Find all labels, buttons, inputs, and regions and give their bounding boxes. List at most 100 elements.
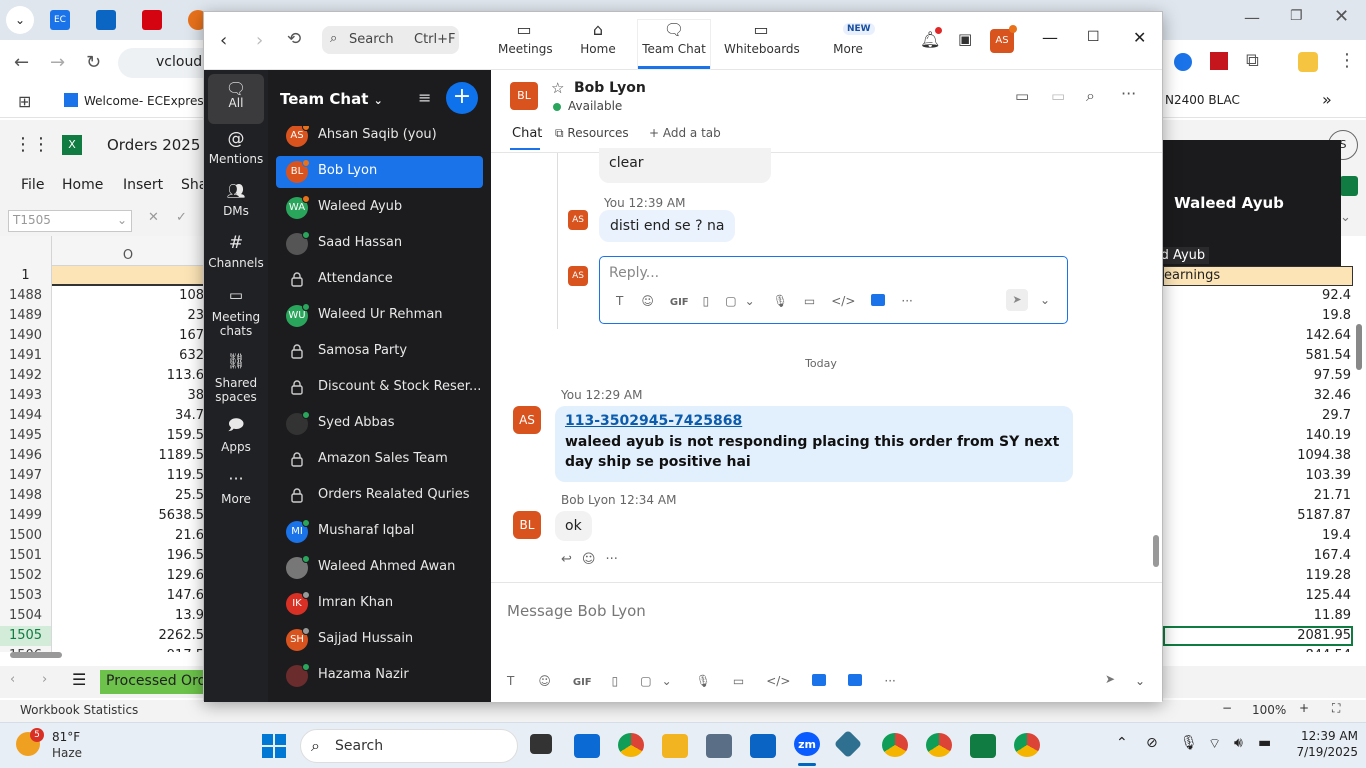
- cell-earnings[interactable]: 125.44: [1163, 586, 1353, 606]
- send-icon[interactable]: ➤: [1105, 672, 1115, 686]
- more-actions-icon[interactable]: ···: [605, 552, 617, 567]
- cell-o[interactable]: 25.5: [52, 486, 204, 506]
- thread-message-clear[interactable]: clear: [599, 148, 771, 183]
- pdf-extension-icon[interactable]: [1210, 52, 1228, 70]
- nav-home[interactable]: ⌂ Home: [576, 20, 620, 56]
- tab-search-button[interactable]: ⌄: [6, 6, 34, 34]
- contact-item[interactable]: Attendance: [276, 264, 483, 296]
- emoji-icon[interactable]: ☺: [538, 674, 551, 688]
- contact-item[interactable]: WA Waleed Ayub: [276, 192, 483, 224]
- new-chat-button[interactable]: +: [446, 82, 478, 114]
- rail-dms[interactable]: 👥︎ DMs: [208, 184, 264, 219]
- video-msg-icon[interactable]: ▭: [733, 674, 744, 688]
- tab-add[interactable]: + Add a tab: [649, 126, 721, 140]
- close-browser-icon[interactable]: ✕: [1334, 6, 1349, 27]
- cell-o[interactable]: 2262.5: [52, 626, 205, 646]
- text-format-icon[interactable]: T: [507, 674, 514, 688]
- contact-item[interactable]: AS Ahsan Saqib (you): [276, 126, 483, 152]
- calendar-icon[interactable]: ▣: [958, 30, 972, 48]
- tray-chevron-icon[interactable]: ⌃: [1116, 735, 1128, 751]
- weather-widget[interactable]: 5 81°F Haze: [16, 728, 136, 764]
- mic-icon[interactable]: 🎙︎: [696, 674, 711, 688]
- app-icon[interactable]: [812, 674, 827, 686]
- rail-apps[interactable]: 🗩 Apps: [208, 418, 264, 455]
- chat-scrollbar[interactable]: [1153, 535, 1159, 567]
- fullscreen-icon[interactable]: ⛶: [1332, 701, 1340, 716]
- cell-earnings[interactable]: 140.19: [1163, 426, 1353, 446]
- rail-more[interactable]: ··· More: [208, 471, 264, 507]
- wifi-icon[interactable]: ⌔: [1208, 735, 1221, 753]
- cell-o[interactable]: 108: [52, 286, 204, 306]
- cell-earnings[interactable]: 92.4: [1163, 286, 1353, 306]
- dh-favicon[interactable]: [142, 10, 162, 30]
- row-number[interactable]: 1501: [0, 546, 52, 566]
- ec-favicon[interactable]: EC: [50, 10, 70, 30]
- cell-o[interactable]: 119.5: [52, 466, 204, 486]
- horizontal-scrollbar[interactable]: [10, 652, 62, 658]
- video-call-icon[interactable]: ▭: [1015, 87, 1029, 105]
- add-reaction-icon[interactable]: ☺: [582, 552, 596, 567]
- thread-avatar[interactable]: AS: [568, 210, 588, 230]
- restore-browser-icon[interactable]: ❐: [1290, 8, 1303, 24]
- network-off-icon[interactable]: ⊘: [1146, 735, 1158, 751]
- ribbon-tab-insert[interactable]: Insert: [123, 177, 163, 193]
- order-link[interactable]: 113-3502945-7425868: [565, 413, 1063, 429]
- cell-o[interactable]: 23: [52, 306, 204, 326]
- contact-item[interactable]: Amazon Sales Team: [276, 444, 483, 476]
- puzzle-icon[interactable]: ⧉: [1246, 50, 1259, 71]
- row-number[interactable]: 1491: [0, 346, 52, 366]
- apps-grid-icon[interactable]: ⊞: [18, 92, 31, 111]
- chat-more-icon[interactable]: ···: [1121, 84, 1136, 103]
- battery-icon[interactable]: ▬: [1258, 735, 1271, 751]
- earnings-header-cell[interactable]: earnings: [1163, 266, 1353, 286]
- tab-resources[interactable]: ⧉ Resources: [555, 126, 629, 141]
- contact-item[interactable]: MI Musharaf Iqbal: [276, 516, 483, 548]
- chrome-icon[interactable]: [618, 733, 644, 757]
- volume-icon[interactable]: 🔊︎: [1234, 735, 1243, 751]
- screenshot-icon[interactable]: ▢: [640, 674, 651, 688]
- gif-icon[interactable]: GIF: [670, 297, 689, 308]
- chat-header-name[interactable]: Bob Lyon: [574, 80, 646, 96]
- rail-mentions[interactable]: @ Mentions: [208, 131, 264, 167]
- row-number[interactable]: 1505: [0, 626, 52, 646]
- row-number[interactable]: 1496: [0, 446, 52, 466]
- tab-chat[interactable]: Chat: [512, 126, 542, 141]
- contact-item[interactable]: Samosa Party: [276, 336, 483, 368]
- contact-item[interactable]: SH Sajjad Hussain: [276, 624, 483, 656]
- calculator-icon[interactable]: [706, 734, 732, 758]
- cell-o[interactable]: 21.6: [52, 526, 204, 546]
- contact-item[interactable]: Discount & Stock Reser...: [276, 372, 483, 404]
- cell-o[interactable]: 167: [52, 326, 204, 346]
- cell-earnings[interactable]: 167.4: [1163, 546, 1353, 566]
- zoom-close-icon[interactable]: ✕: [1133, 28, 1146, 47]
- thread-message[interactable]: disti end se ? na: [599, 210, 736, 242]
- teal-app-icon[interactable]: [833, 729, 863, 759]
- cell-o[interactable]: 159.5: [52, 426, 204, 446]
- row-number[interactable]: 1499: [0, 506, 52, 526]
- zoom-level[interactable]: 100%: [1252, 703, 1286, 717]
- app2-icon[interactable]: [848, 674, 863, 686]
- chrome-profile-1-icon[interactable]: [882, 733, 908, 757]
- app-favicon[interactable]: [96, 10, 116, 30]
- cell-earnings[interactable]: 19.8: [1163, 306, 1353, 326]
- cell-earnings[interactable]: 32.46: [1163, 386, 1353, 406]
- forward-icon[interactable]: →: [50, 52, 65, 73]
- zoom-in-icon[interactable]: +: [1299, 701, 1309, 715]
- outlook-icon[interactable]: [750, 734, 776, 758]
- share-button[interactable]: [1340, 176, 1358, 196]
- zoom-search-box[interactable]: ⌕ Search Ctrl+F: [322, 26, 459, 54]
- zoom-back-icon[interactable]: ‹: [220, 30, 227, 51]
- chevron-down-icon[interactable]: ⌄: [1135, 674, 1145, 688]
- ribbon-tab-file[interactable]: File: [21, 177, 44, 193]
- contact-item[interactable]: Hazama Nazir: [276, 660, 483, 692]
- cell-o[interactable]: 38: [52, 386, 204, 406]
- message-avatar[interactable]: AS: [513, 406, 541, 434]
- workbook-statistics[interactable]: Workbook Statistics: [20, 703, 138, 717]
- more-dots-icon[interactable]: ···: [901, 294, 912, 308]
- filter-icon[interactable]: ≡: [418, 88, 431, 107]
- text-format-icon[interactable]: T: [616, 294, 623, 308]
- contact-item[interactable]: BL Bob Lyon: [276, 156, 483, 188]
- reply-input[interactable]: Reply...: [609, 265, 659, 281]
- cell-earnings[interactable]: 844.54: [1163, 646, 1353, 652]
- zoom-forward-icon[interactable]: ›: [256, 30, 263, 51]
